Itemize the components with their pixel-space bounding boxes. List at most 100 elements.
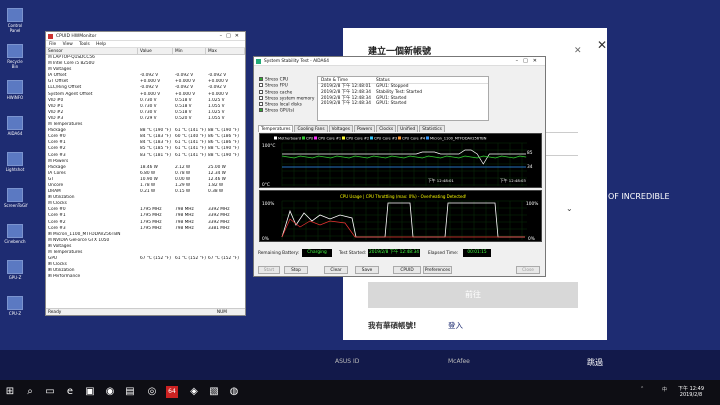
close-icon[interactable]: ✕ (597, 38, 607, 52)
elapsed-label: Elapsed Time: (428, 251, 459, 256)
log-col-date: Date & Time (321, 78, 348, 83)
stop-button[interactable]: Stop (284, 266, 308, 274)
legend-swatch (342, 136, 345, 140)
desktop-icon-label: AIDA64 (7, 131, 23, 136)
app-icon (7, 260, 23, 274)
taskbar-app-icon[interactable]: ◎ (146, 386, 158, 398)
desktop-icon-label: ScreenToGif (4, 203, 28, 208)
menu-view[interactable]: View (63, 42, 73, 47)
tab-clocks[interactable]: Clocks (376, 125, 397, 132)
desktop-icon[interactable]: Lightshot (4, 152, 26, 172)
desktop-icon[interactable]: ScreenToGif (4, 188, 28, 208)
test-started-value: 2019/2/8 下午 12:48:34 (368, 249, 420, 257)
taskbar-app-icon[interactable]: ◉ (104, 386, 116, 398)
clear-button[interactable]: Clear (324, 266, 348, 274)
col-value[interactable]: Value (138, 48, 173, 54)
tab-temperatures[interactable]: Temperatures (258, 125, 294, 132)
taskbar-app-icon[interactable]: e (64, 386, 76, 398)
checkbox[interactable] (259, 83, 263, 88)
tab-unified[interactable]: Unified (397, 125, 419, 132)
next-button[interactable]: 前往 (368, 282, 578, 308)
ime-indicator[interactable]: 中 (662, 386, 667, 393)
desktop-icon[interactable]: Control Panel (4, 8, 26, 33)
close-small-icon[interactable]: ✕ (574, 46, 582, 56)
footer-asus-id[interactable]: ASUS ID (335, 358, 359, 365)
window-controls[interactable]: –□✕ (220, 32, 243, 41)
checkbox[interactable] (259, 102, 263, 107)
desktop-icon[interactable]: CPU-Z (4, 296, 26, 316)
sensor-table: ⊟ LAPTOP-Q1SDCC56 ⊟ Intel Core i5 8250U … (46, 55, 245, 304)
window-controls[interactable]: –□✕ (516, 57, 542, 66)
cpu-usage-title: CPU Usage | CPU Throttling (max: 0%) - O… (340, 194, 467, 199)
tab-cooling-fans[interactable]: Cooling Fans (294, 125, 328, 132)
temperature-graph: Motherboard CPU CPU Core #1 CPU Core #2 CPU … (259, 133, 542, 188)
save-button[interactable]: Save (355, 266, 379, 274)
login-link[interactable]: 登入 (448, 320, 463, 331)
taskbar-app-icon[interactable]: ▤ (124, 386, 136, 398)
right-bottom-label: 0% (528, 236, 535, 242)
sensor-table-header: Sensor Value Min Max (46, 48, 245, 55)
temperature-graph-svg: Motherboard CPU CPU Core #1 CPU Core #2 CPU … (262, 136, 533, 188)
preferences-button[interactable]: Preferences (423, 266, 452, 274)
start-button[interactable]: Start (258, 266, 280, 274)
legend-label: CPU Core #2 (346, 137, 369, 141)
hwmonitor-app-icon (48, 34, 53, 39)
log-date: 2019/2/8 下午 12:48:34 (321, 101, 371, 107)
checkbox[interactable] (259, 77, 263, 81)
legend-label: CPU Core #1 (318, 137, 341, 141)
desktop-icon[interactable]: Recycle Bin (4, 44, 26, 69)
col-min[interactable]: Min (173, 48, 206, 54)
hwmonitor-titlebar[interactable]: CPUID HWMonitor –□✕ (46, 32, 245, 41)
desktop-icon[interactable]: GPU-Z (4, 260, 26, 280)
right-value-b: 34 (527, 164, 533, 170)
desktop-icon[interactable]: AIDA64 (4, 116, 26, 136)
app-icon (7, 44, 23, 58)
col-max[interactable]: Max (206, 48, 245, 54)
taskbar-app-icon[interactable]: ⊞ (4, 386, 16, 398)
taskbar-app-icon[interactable]: ⌕ (24, 386, 36, 398)
legend-swatch (370, 136, 373, 140)
taskbar-app-icon[interactable]: ◈ (188, 386, 200, 398)
desktop-icon-label: CPU-Z (8, 311, 22, 316)
menu-tools[interactable]: Tools (79, 42, 90, 47)
aida64-title: System Stability Test - AIDA64 (264, 59, 329, 64)
checkbox[interactable] (259, 95, 263, 100)
taskbar-app-icon[interactable]: ▭ (44, 386, 56, 398)
legend-swatch (314, 136, 317, 140)
menu-help[interactable]: Help (96, 42, 106, 47)
checkbox[interactable] (259, 108, 263, 113)
desktop-icon-label: Recycle Bin (7, 59, 23, 69)
hwmonitor-window: CPUID HWMonitor –□✕ File View Tools Help… (45, 31, 246, 316)
desktop-icon[interactable]: HWiNFO (4, 80, 26, 100)
col-sensor[interactable]: Sensor (46, 48, 138, 54)
aida64-titlebar[interactable]: System Stability Test - AIDA64 –□✕ (254, 57, 545, 66)
taskbar-app-icon[interactable]: ▣ (84, 386, 96, 398)
stress-option-label: Stress system memory (265, 96, 315, 102)
taskbar-clock[interactable]: 下午 12:49 2019/2/8 (678, 386, 704, 398)
y-bottom-label: 0% (262, 236, 269, 242)
menu-file[interactable]: File (49, 42, 56, 47)
legend-swatch (302, 136, 305, 140)
tray-up-arrow[interactable]: ⌃ (640, 386, 644, 392)
legend-swatch (426, 136, 429, 140)
cpuid-button[interactable]: CPUID (393, 266, 421, 274)
tab-voltages[interactable]: Voltages (328, 125, 353, 132)
taskbar-app-icon[interactable]: ▧ (208, 386, 220, 398)
tab-statistics[interactable]: Statistics (419, 125, 445, 132)
table-row[interactable]: ⊞ Performance (46, 274, 245, 280)
aida64-window: System Stability Test - AIDA64 –□✕ Stres… (253, 56, 546, 277)
log-row[interactable]: 2019/2/8 下午 12:48:34 GPU1: Started (318, 101, 488, 107)
close-button[interactable]: Close (516, 266, 540, 274)
taskbar-app-icon[interactable]: 64 (166, 386, 178, 398)
chevron-down-icon[interactable]: ⌄ (566, 204, 573, 213)
footer-mcafee[interactable]: McAfee (448, 358, 470, 365)
tab-powers[interactable]: Powers (353, 125, 376, 132)
graph-grid (281, 142, 527, 186)
skip-button[interactable]: 跳過 (587, 357, 603, 368)
taskbar-app-icon[interactable]: ◍ (228, 386, 240, 398)
log-list[interactable]: Date & Time Status 2019/2/8 下午 12:48:01 G… (317, 76, 489, 121)
checkbox[interactable] (259, 89, 263, 94)
desktop-icon[interactable]: Cinebench (4, 224, 26, 244)
desktop-icon-label: Lightshot (5, 167, 25, 172)
stress-option[interactable]: Stress GPU(s) (259, 108, 314, 114)
